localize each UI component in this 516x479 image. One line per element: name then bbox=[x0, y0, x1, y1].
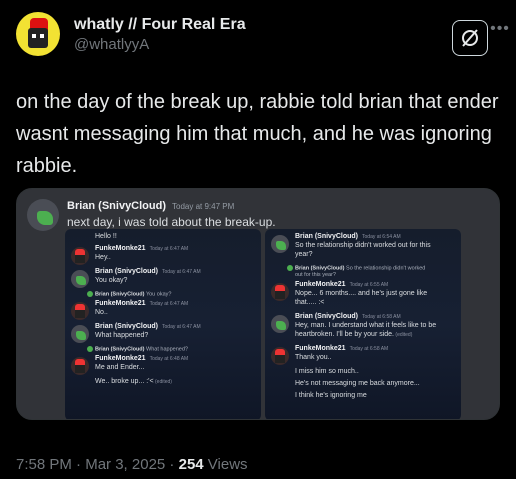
chat-author: FunkeMonke21 Today at 6:47 AM bbox=[95, 245, 188, 252]
chat-text: that..... :< bbox=[295, 299, 325, 306]
author-name: FunkeMonke21 bbox=[295, 281, 346, 288]
author-name: Brian (SnivyCloud) bbox=[95, 268, 159, 275]
avatar bbox=[271, 235, 289, 253]
chat-time: Today at 6:58 AM bbox=[362, 314, 401, 320]
reply-avatar bbox=[87, 346, 93, 352]
post-time[interactable]: 7:58 PM bbox=[16, 456, 72, 473]
author-name: Brian (SnivyCloud) bbox=[295, 233, 359, 240]
chat-text: You okay? bbox=[95, 277, 128, 284]
chat-screenshot-left: Hello !! FunkeMonke21 Today at 6:47 AM Hey.… bbox=[65, 229, 261, 419]
display-name[interactable]: whatly // Four Real Era bbox=[74, 16, 246, 34]
chat-author: FunkeMonke21 Today at 6:47 AM bbox=[95, 300, 188, 307]
reply-text: You okay? bbox=[144, 291, 172, 298]
avatar bbox=[271, 315, 289, 333]
chat-screenshot-right: Brian (SnivyCloud) Today at 6:54 AM So the… bbox=[265, 229, 461, 419]
chat-text: I miss him so much.. bbox=[295, 368, 359, 375]
separator: · bbox=[165, 456, 179, 473]
author-name: FunkeMonke21 bbox=[295, 345, 346, 352]
chat-time: Today at 6:47 AM bbox=[162, 269, 201, 275]
chat-text-content: He's not messaging me back anymore... bbox=[295, 380, 420, 387]
chat-text-content: I miss him so much.. bbox=[295, 368, 359, 375]
author-name: Brian (SnivyCloud) bbox=[95, 323, 159, 330]
chat-text: year? bbox=[295, 251, 313, 258]
reply-text: So the relationship didn't worked bbox=[344, 265, 426, 272]
reply-author: Brian (SnivyCloud) bbox=[95, 346, 145, 353]
avatar bbox=[71, 270, 89, 288]
chat-text: Hey, man. I understand what it feels lik… bbox=[295, 322, 437, 329]
author-name: FunkeMonke21 bbox=[95, 300, 146, 307]
chat-text: No.. bbox=[95, 309, 108, 316]
chat-time: Today at 6:55 AM bbox=[349, 282, 389, 288]
reply-preview: Brian (SnivyCloud) You okay? bbox=[87, 291, 171, 297]
separator: · bbox=[71, 456, 86, 473]
reply-author: Brian (SnivyCloud) bbox=[95, 291, 145, 298]
chat-text: Hello !! bbox=[95, 233, 117, 240]
chat-text: I think he's ignoring me bbox=[295, 392, 367, 399]
avatar bbox=[71, 302, 89, 320]
reply-preview: Brian (SnivyCloud) What happened? bbox=[87, 346, 188, 352]
edited-tag: (edited) bbox=[153, 379, 172, 385]
chat-text: We.. broke up... :'< (edited) bbox=[95, 378, 172, 385]
chat-text-content: I think he's ignoring me bbox=[295, 392, 367, 399]
chat-text-content: Hello !! bbox=[95, 233, 117, 240]
chat-text: Hey.. bbox=[95, 254, 111, 261]
chat-author: Brian (SnivyCloud) Today at 6:54 AM bbox=[295, 233, 401, 240]
grok-icon bbox=[462, 29, 478, 47]
tweet-media[interactable]: Brian (SnivyCloud) Today at 9:47 PM next … bbox=[16, 188, 500, 420]
chat-time: Today at 6:48 AM bbox=[149, 356, 189, 362]
author-name: FunkeMonke21 bbox=[95, 355, 146, 362]
chat-text: Nope... 6 months.... and he's just gone … bbox=[295, 290, 428, 297]
chat-time: Today at 6:58 AM bbox=[349, 346, 389, 352]
reply-author: Brian (SnivyCloud) bbox=[295, 265, 345, 272]
tweet-header: whatly // Four Real Era @whatlyyA ••• bbox=[16, 12, 509, 62]
chat-text: Me and Ender... bbox=[95, 364, 145, 371]
more-button[interactable]: ••• bbox=[488, 20, 512, 46]
tweet-text: on the day of the break up, rabbie told … bbox=[16, 91, 499, 177]
tweet-meta: 7:58 PM · Mar 3, 2025 · 254 Views bbox=[16, 456, 248, 473]
avatar bbox=[27, 199, 59, 231]
avatar bbox=[71, 325, 89, 343]
post-date[interactable]: Mar 3, 2025 bbox=[85, 456, 165, 473]
chat-time: Today at 6:54 AM bbox=[362, 234, 401, 240]
reply-preview: Brian (SnivyCloud) So the relationship d… bbox=[287, 265, 425, 271]
views-label: Views bbox=[203, 456, 248, 473]
avatar bbox=[271, 347, 289, 365]
discord-text: next day, i was told about the break-up. bbox=[67, 215, 276, 229]
avatar bbox=[271, 283, 289, 301]
author-name: FunkeMonke21 bbox=[95, 245, 146, 252]
chat-author: Brian (SnivyCloud) Today at 6:58 AM bbox=[295, 313, 401, 320]
chat-author: FunkeMonke21 Today at 6:55 AM bbox=[295, 281, 388, 288]
chat-text: He's not messaging me back anymore... bbox=[295, 380, 420, 387]
avatar[interactable] bbox=[16, 12, 60, 56]
chat-text-content: We.. broke up... :'< bbox=[95, 378, 154, 385]
more-icon: ••• bbox=[490, 20, 510, 37]
chat-author: FunkeMonke21 Today at 6:58 AM bbox=[295, 345, 388, 352]
chat-time: Today at 6:47 AM bbox=[149, 301, 189, 307]
avatar bbox=[71, 247, 89, 265]
grok-button[interactable] bbox=[452, 20, 488, 56]
chat-text: So the relationship didn't worked out fo… bbox=[295, 242, 431, 249]
reply-preview: out for this year? bbox=[295, 272, 336, 278]
avatar bbox=[71, 357, 89, 375]
chat-text: What happened? bbox=[95, 332, 149, 339]
edited-tag: (edited) bbox=[394, 332, 413, 338]
handle[interactable]: @whatlyyA bbox=[74, 36, 149, 53]
chat-text: Thank you.. bbox=[295, 354, 332, 361]
chat-time: Today at 6:47 AM bbox=[162, 324, 201, 330]
discord-author: Brian (SnivyCloud) Today at 9:47 PM bbox=[67, 200, 235, 212]
author-name: Brian (SnivyCloud) bbox=[295, 313, 359, 320]
chat-author: FunkeMonke21 Today at 6:48 AM bbox=[95, 355, 188, 362]
chat-text: heartbroken. I'll be by your side. (edit… bbox=[295, 331, 413, 338]
chat-author: Brian (SnivyCloud) Today at 6:47 AM bbox=[95, 268, 201, 275]
chat-time: Today at 6:47 AM bbox=[149, 246, 189, 252]
views-count: 254 bbox=[178, 456, 204, 473]
reply-avatar bbox=[287, 265, 293, 271]
discord-time: Today at 9:47 PM bbox=[172, 202, 235, 211]
reply-avatar bbox=[87, 291, 93, 297]
reply-text: What happened? bbox=[144, 346, 188, 353]
chat-author: Brian (SnivyCloud) Today at 6:47 AM bbox=[95, 323, 201, 330]
